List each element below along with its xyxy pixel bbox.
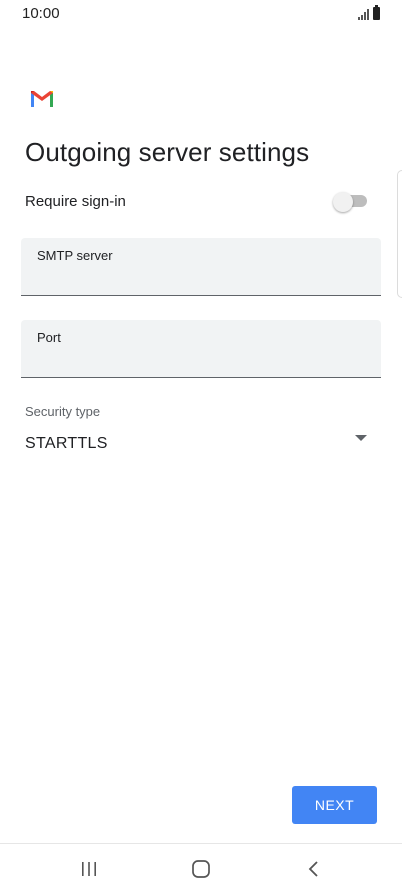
- back-icon: [308, 861, 318, 877]
- security-type-value: STARTTLS: [25, 435, 108, 452]
- security-type-label: Security type: [25, 404, 101, 419]
- status-time: 10:00: [22, 5, 60, 22]
- battery-icon: [373, 5, 380, 20]
- back-button[interactable]: [284, 844, 344, 893]
- smtp-server-field[interactable]: SMTP server: [21, 238, 381, 296]
- gmail-logo-icon: [31, 91, 53, 107]
- next-button[interactable]: NEXT: [292, 786, 377, 824]
- require-signin-row: Require sign-in: [25, 188, 367, 216]
- smtp-server-label: SMTP server: [37, 248, 113, 263]
- navigation-bar: [0, 843, 402, 893]
- scroll-indicator: [397, 170, 402, 298]
- port-field[interactable]: Port: [21, 320, 381, 378]
- dropdown-arrow-icon: [355, 435, 367, 441]
- recents-button[interactable]: [59, 844, 119, 893]
- security-type-dropdown[interactable]: STARTTLS: [21, 426, 381, 460]
- require-signin-label: Require sign-in: [25, 193, 126, 210]
- home-icon: [192, 860, 210, 878]
- signal-icon: [358, 8, 369, 20]
- recents-icon: [82, 862, 96, 876]
- status-icons: [358, 5, 380, 20]
- port-label: Port: [37, 330, 61, 345]
- toggle-thumb: [333, 192, 353, 212]
- smtp-server-input[interactable]: [37, 268, 365, 290]
- home-button[interactable]: [171, 844, 231, 893]
- status-bar: 10:00: [0, 0, 402, 28]
- port-input[interactable]: [37, 350, 365, 372]
- page-title: Outgoing server settings: [25, 137, 310, 167]
- require-signin-toggle[interactable]: [333, 192, 367, 212]
